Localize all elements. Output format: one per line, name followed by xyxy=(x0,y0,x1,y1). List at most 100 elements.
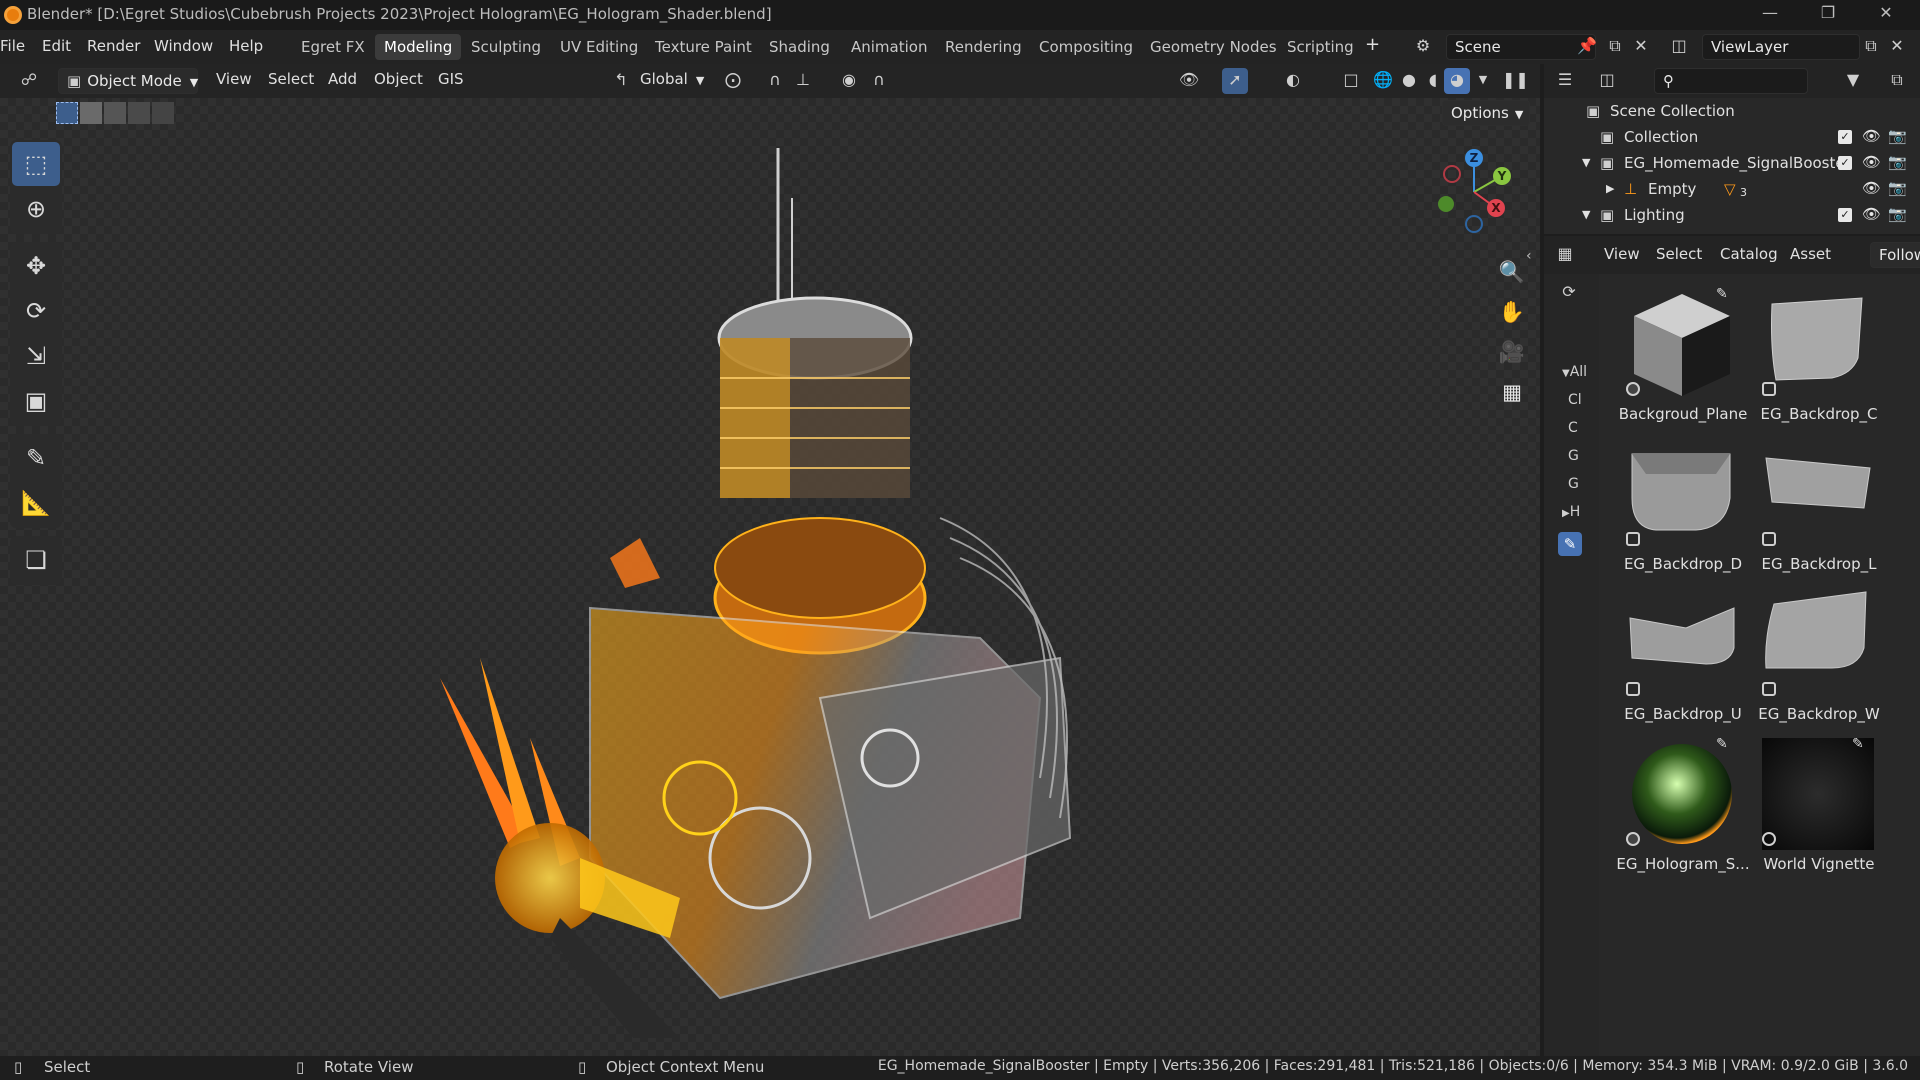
orientation-dropdown[interactable]: Global ▼ xyxy=(640,70,704,88)
display-mode-icon[interactable]: ◫ xyxy=(1594,68,1620,94)
asset-menu-catalog[interactable]: Catalog xyxy=(1720,245,1778,263)
gizmo-neg-z-axis[interactable] xyxy=(1465,215,1483,233)
wireframe-shading-icon[interactable]: 🌐 xyxy=(1370,68,1396,94)
measure-icon[interactable]: 📐 xyxy=(12,481,60,525)
asset-tile[interactable]: ✎ Backgroud_Plane xyxy=(1614,282,1752,430)
asset-menu-asset[interactable]: Asset xyxy=(1790,245,1831,263)
overlays-icon[interactable]: ◐ xyxy=(1280,68,1306,94)
cursor-icon[interactable]: ⊕ xyxy=(12,187,60,231)
viewport-menu-select[interactable]: Select xyxy=(268,70,314,88)
transform-orientation-icon[interactable]: ↰ xyxy=(608,68,634,94)
tab-animation[interactable]: Animation xyxy=(842,34,936,60)
catalog-item[interactable]: Cl xyxy=(1568,392,1582,408)
material-shading-icon[interactable]: ◖ xyxy=(1420,68,1446,94)
eye-icon[interactable]: 👁 xyxy=(1862,179,1881,197)
rotate-icon[interactable]: ⟳ xyxy=(12,289,60,333)
zoom-icon[interactable]: 🔍 xyxy=(1496,252,1528,292)
menu-file[interactable]: File xyxy=(0,37,25,55)
close-icon[interactable]: ✕ xyxy=(1866,3,1906,22)
minimize-icon[interactable]: — xyxy=(1750,3,1790,22)
tab-modeling[interactable]: Modeling xyxy=(375,34,462,60)
render-camera-icon[interactable]: 📷 xyxy=(1888,153,1907,171)
delete-scene-icon[interactable]: ✕ xyxy=(1628,34,1654,60)
exclude-checkbox[interactable]: ✓ xyxy=(1838,156,1852,170)
view-layer-field[interactable]: ViewLayer xyxy=(1702,34,1860,60)
navigation-gizmo[interactable]: Z Y X xyxy=(1420,144,1520,240)
viewport-menu-add[interactable]: Add xyxy=(328,70,357,88)
add-workspace-icon[interactable]: + xyxy=(1365,34,1380,55)
eye-icon[interactable]: 👁 xyxy=(1862,127,1881,145)
outliner-row-signalbooster[interactable]: ▼ ▣ EG_Homemade_SignalBooster ✓ 👁 📷 xyxy=(1544,150,1920,176)
outliner-row-lighting[interactable]: ▼ ▣ Lighting ✓ 👁 📷 xyxy=(1544,202,1920,228)
3d-viewport[interactable]: Options ▼ Z Y X ‹ 🔍 ✋ 🎥 ▦ xyxy=(0,98,1540,1056)
visibility-icon[interactable]: 👁 xyxy=(1176,68,1202,94)
tab-egret-fx[interactable]: Egret FX xyxy=(292,34,374,60)
solid-shading-icon[interactable]: ● xyxy=(1396,68,1422,94)
menu-edit[interactable]: Edit xyxy=(42,37,71,55)
edit-icon[interactable]: ✎ xyxy=(1716,736,1728,752)
scene-selector-icon[interactable]: ⚙ xyxy=(1410,34,1436,60)
transform-icon[interactable]: ▣ xyxy=(12,379,60,423)
camera-view-icon[interactable]: 🎥 xyxy=(1496,332,1528,372)
tab-scripting[interactable]: Scripting xyxy=(1278,34,1363,60)
add-cube-icon[interactable]: ❏ xyxy=(12,538,60,582)
tab-compositing[interactable]: Compositing xyxy=(1030,34,1142,60)
gizmo-neg-y-axis[interactable] xyxy=(1438,196,1454,212)
select-intersect-icon[interactable] xyxy=(152,102,174,124)
tab-shading[interactable]: Shading xyxy=(760,34,839,60)
catalog-item-all[interactable]: ▼All xyxy=(1562,364,1587,380)
outliner-search-input[interactable]: ⚲ xyxy=(1654,68,1808,94)
outliner-editor-icon[interactable]: ☰ xyxy=(1552,68,1578,94)
tab-texture-paint[interactable]: Texture Paint xyxy=(646,34,761,60)
new-view-layer-icon[interactable]: ⧉ xyxy=(1858,34,1884,60)
outliner-row-scene-collection[interactable]: ▣ Scene Collection xyxy=(1544,98,1920,124)
gizmo-toggle-icon[interactable]: ➚ xyxy=(1222,68,1248,94)
tab-uv-editing[interactable]: UV Editing xyxy=(551,34,647,60)
tab-rendering[interactable]: Rendering xyxy=(936,34,1031,60)
new-scene-icon[interactable]: ⧉ xyxy=(1602,34,1628,60)
edit-icon[interactable]: ✎ xyxy=(1716,286,1728,302)
catalog-item[interactable]: G xyxy=(1568,448,1579,464)
snap-icon[interactable]: ∩ xyxy=(762,68,788,94)
select-new-icon[interactable] xyxy=(56,102,78,124)
eye-icon[interactable]: 👁 xyxy=(1862,205,1881,223)
render-camera-icon[interactable]: 📷 xyxy=(1888,205,1907,223)
select-box-icon[interactable]: ⬚ xyxy=(12,142,60,186)
filter-icon[interactable]: ▼ xyxy=(1840,68,1866,94)
proportional-editing-icon[interactable]: ◉ xyxy=(836,68,862,94)
viewport-menu-object[interactable]: Object xyxy=(374,70,423,88)
refresh-icon[interactable]: ⟳ xyxy=(1556,280,1582,306)
options-dropdown[interactable]: Options ▼ xyxy=(1442,100,1530,126)
pause-render-icon[interactable]: ❚❚ xyxy=(1502,68,1529,94)
expand-arrow-icon[interactable]: ▶ xyxy=(1606,182,1614,195)
asset-menu-select[interactable]: Select xyxy=(1656,245,1702,263)
asset-tile[interactable]: EG_Backdrop_W xyxy=(1750,582,1888,730)
expand-arrow-icon[interactable]: ▼ xyxy=(1582,156,1590,169)
catalog-item[interactable]: C xyxy=(1568,420,1578,436)
asset-tile[interactable]: EG_Backdrop_U xyxy=(1614,582,1752,730)
snap-target-icon[interactable]: ⊥ xyxy=(790,68,816,94)
scale-icon[interactable]: ⇲ xyxy=(12,334,60,378)
maximize-icon[interactable]: ❐ xyxy=(1808,3,1848,22)
asset-tile[interactable]: ✎ EG_Hologram_S... xyxy=(1614,732,1752,880)
select-invert-icon[interactable] xyxy=(128,102,150,124)
follow-dropdown[interactable]: Follow xyxy=(1870,242,1920,268)
delete-view-layer-icon[interactable]: ✕ xyxy=(1884,34,1910,60)
pan-hand-icon[interactable]: ✋ xyxy=(1496,292,1528,332)
asset-tile[interactable]: EG_Backdrop_D xyxy=(1614,432,1752,580)
select-extend-icon[interactable] xyxy=(80,102,102,124)
outliner-row-collection[interactable]: ▣ Collection ✓ 👁 📷 xyxy=(1544,124,1920,150)
menu-window[interactable]: Window xyxy=(154,37,213,55)
rendered-shading-icon[interactable]: ◕ xyxy=(1444,68,1470,94)
tab-geometry-nodes[interactable]: Geometry Nodes xyxy=(1141,34,1286,60)
pivot-point-icon[interactable]: ⨀ xyxy=(720,68,746,94)
new-collection-icon[interactable]: ⧉ xyxy=(1884,68,1910,94)
select-subtract-icon[interactable] xyxy=(104,102,126,124)
asset-tile[interactable]: ✎ World Vignette xyxy=(1750,732,1888,880)
catalog-item[interactable]: ▶H xyxy=(1562,504,1580,520)
viewport-menu-gis[interactable]: GIS xyxy=(438,70,464,88)
expand-arrow-icon[interactable]: ▼ xyxy=(1582,208,1590,221)
falloff-icon[interactable]: ∩ xyxy=(866,68,892,94)
xray-icon[interactable]: □ xyxy=(1338,68,1364,94)
perspective-grid-icon[interactable]: ▦ xyxy=(1496,372,1528,412)
